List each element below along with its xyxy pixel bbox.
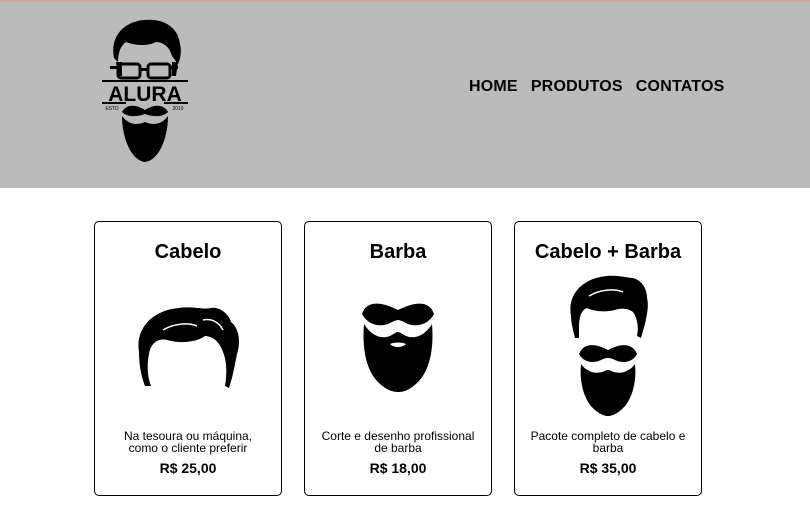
nav-home-link[interactable]: HOME [469, 78, 518, 96]
site-header: ALURA ESTD 2019 HOME PRODUTOS CONTATOS [0, 2, 810, 188]
product-description: Na tesoura ou máquina, como o cliente pr… [123, 429, 253, 455]
product-card-barba[interactable]: Barba Corte e desenho profissional de ba… [304, 221, 492, 496]
alura-barbershop-logo[interactable]: ALURA ESTD 2019 [100, 16, 190, 166]
nav-produtos-link[interactable]: PRODUTOS [531, 78, 623, 96]
product-title: Cabelo + Barba [534, 241, 682, 263]
product-description: Pacote completo de cabelo e barba [530, 429, 686, 455]
product-title: Barba [369, 241, 427, 263]
product-price: R$ 25,00 [159, 460, 217, 476]
main-nav: HOME PRODUTOS CONTATOS [469, 78, 725, 96]
product-card-cabelo-barba[interactable]: Cabelo + Barba Pacote completo de cabelo… [514, 221, 702, 496]
product-title: Cabelo [154, 241, 222, 263]
logo-year-text: 2019 [172, 106, 183, 112]
logo-estd-text: ESTD [105, 106, 119, 112]
logo-brand-text: ALURA [108, 83, 182, 106]
product-card-cabelo[interactable]: Cabelo Na tesoura ou máquina, como o cli… [94, 221, 282, 496]
nav-contatos-link[interactable]: CONTATOS [636, 78, 725, 96]
product-price: R$ 18,00 [369, 460, 427, 476]
beard-icon [305, 300, 491, 394]
product-description: Corte e desenho profissional de barba [321, 429, 475, 455]
products-section: Cabelo Na tesoura ou máquina, como o cli… [94, 221, 704, 497]
product-price: R$ 35,00 [579, 460, 637, 476]
hair-icon [95, 302, 281, 392]
hair-and-beard-icon [515, 274, 701, 418]
